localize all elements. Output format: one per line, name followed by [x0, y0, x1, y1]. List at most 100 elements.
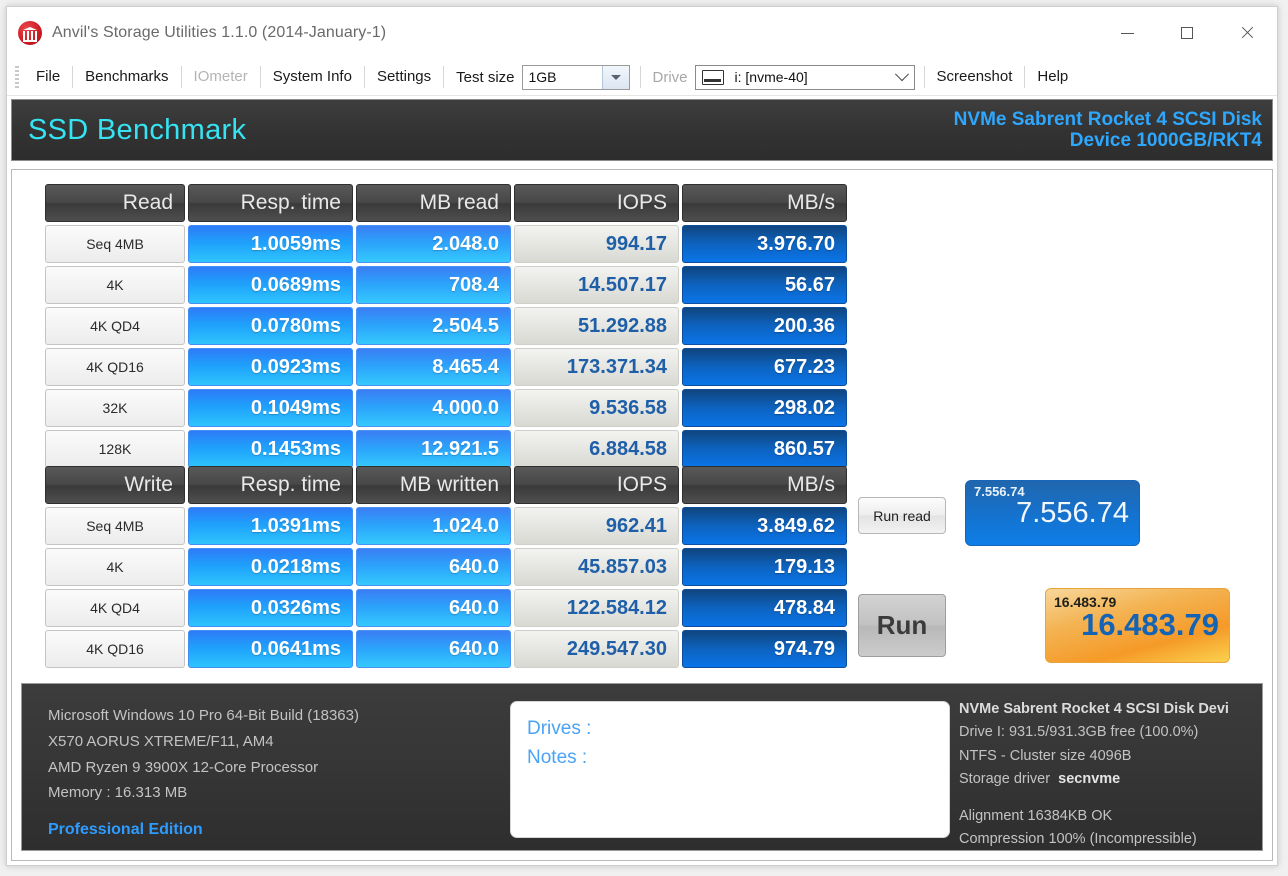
cell-resp-time: 1.0059ms [188, 225, 353, 263]
row-label: 4K QD4 [45, 307, 185, 345]
cell-mb-read: 4.000.0 [356, 389, 511, 427]
close-icon [1240, 26, 1254, 40]
title-bar: Anvil's Storage Utilities 1.1.0 (2014-Ja… [7, 7, 1277, 59]
row-label: 32K [45, 389, 185, 427]
cell-iops: 6.884.58 [514, 430, 679, 468]
menu-separator [443, 66, 445, 88]
row-label: 4K QD16 [45, 348, 185, 386]
menu-separator [363, 66, 365, 88]
device-name: NVMe Sabrent Rocket 4 SCSI Disk Device 1… [954, 109, 1272, 152]
minimize-button[interactable] [1097, 7, 1157, 59]
drive-label: Drive [652, 68, 688, 86]
cell-mbs: 56.67 [682, 266, 847, 304]
cell-resp-time: 1.0391ms [188, 507, 353, 545]
cell-iops: 249.547.30 [514, 630, 679, 668]
test-size-label: Test size [456, 68, 515, 86]
cell-mb-read: 708.4 [356, 266, 511, 304]
cell-resp-time: 0.0218ms [188, 548, 353, 586]
device-name-line1: NVMe Sabrent Rocket 4 SCSI Disk [953, 108, 1262, 130]
cell-mbs: 200.36 [682, 307, 847, 345]
cell-mbs: 860.57 [682, 430, 847, 468]
cell-iops: 45.857.03 [514, 548, 679, 586]
device-name-line2: Device 1000GB/RKT4 [1069, 130, 1262, 151]
drives-label: Drives : [527, 718, 592, 739]
cell-mbs: 677.23 [682, 348, 847, 386]
drive-info-driver-name: secnvme [1058, 771, 1121, 788]
cell-mb-read: 2.504.5 [356, 307, 511, 345]
drive-info-spacer [959, 792, 1258, 805]
cell-mbs: 478.84 [682, 589, 847, 627]
system-motherboard: X570 AORUS XTREME/F11, AM4 [48, 732, 274, 750]
cell-resp-time: 0.1453ms [188, 430, 353, 468]
table-row: 4K 0.0218ms 640.0 45.857.03 179.13 [45, 548, 847, 586]
read-header-mb-read: MB read [356, 184, 511, 222]
drive-select[interactable]: i: [nvme-40] [694, 64, 915, 90]
table-row: 32K 0.1049ms 4.000.0 9.536.58 298.02 [45, 389, 847, 427]
table-row: 4K QD4 0.0780ms 2.504.5 51.292.88 200.36 [45, 307, 847, 345]
cell-iops: 994.17 [514, 225, 679, 263]
menu-toolbar: File Benchmarks IOmeter System Info Sett… [7, 59, 1277, 96]
cell-resp-time: 0.1049ms [188, 389, 353, 427]
menu-item-screenshot[interactable]: Screenshot [926, 66, 1024, 88]
cell-resp-time: 0.0689ms [188, 266, 353, 304]
drive-dropdown-button[interactable] [890, 66, 914, 89]
row-label: 4K QD16 [45, 630, 185, 668]
drive-icon [701, 69, 724, 85]
menu-separator [259, 66, 261, 88]
window-title: Anvil's Storage Utilities 1.1.0 (2014-Ja… [52, 24, 387, 41]
drive-info-alignment: Alignment 16384KB OK [959, 807, 1113, 824]
maximize-button[interactable] [1157, 7, 1217, 59]
table-row: Seq 4MB 1.0391ms 1.024.0 962.41 3.849.62 [45, 507, 847, 545]
cell-iops: 962.41 [514, 507, 679, 545]
cell-mb-written: 640.0 [356, 548, 511, 586]
read-score-value: 7.556.74 [1016, 497, 1129, 529]
application-window: Anvil's Storage Utilities 1.1.0 (2014-Ja… [6, 6, 1278, 866]
menu-item-benchmarks[interactable]: Benchmarks [74, 66, 179, 88]
system-info: Microsoft Windows 10 Pro 64-Bit Build (1… [48, 703, 359, 844]
toolbar-grip[interactable] [15, 66, 19, 88]
menu-item-file[interactable]: File [25, 66, 71, 88]
drive-info: NVMe Sabrent Rocket 4 SCSI Disk Devi Dri… [959, 698, 1258, 852]
drives-notes-input[interactable]: Drives : Notes : [510, 701, 950, 838]
row-label: Seq 4MB [45, 225, 185, 263]
write-header-mb-written: MB written [356, 466, 511, 504]
cell-resp-time: 0.0923ms [188, 348, 353, 386]
table-row: 4K QD16 0.0923ms 8.465.4 173.371.34 677.… [45, 348, 847, 386]
minimize-icon [1120, 32, 1134, 34]
menu-item-system-info[interactable]: System Info [262, 66, 363, 88]
table-row: 128K 0.1453ms 12.921.5 6.884.58 860.57 [45, 430, 847, 468]
menu-item-settings[interactable]: Settings [366, 66, 442, 88]
cell-resp-time: 0.0326ms [188, 589, 353, 627]
cell-iops: 173.371.34 [514, 348, 679, 386]
run-button[interactable]: Run [858, 594, 946, 657]
drive-info-header: NVMe Sabrent Rocket 4 SCSI Disk Devi [959, 701, 1229, 717]
close-button[interactable] [1217, 7, 1277, 59]
anvil-app-icon [18, 21, 42, 45]
write-header-mbs: MB/s [682, 466, 847, 504]
row-label: 128K [45, 430, 185, 468]
cell-mb-read: 2.048.0 [356, 225, 511, 263]
drive-info-filesystem: NTFS - Cluster size 4096B [959, 747, 1132, 764]
chevron-down-icon [610, 74, 621, 80]
write-header-iops: IOPS [514, 466, 679, 504]
table-row: 4K QD16 0.0641ms 640.0 249.547.30 974.79 [45, 630, 847, 668]
test-size-select[interactable]: 1GB [521, 64, 630, 90]
total-score-value: 16.483.79 [1081, 607, 1219, 642]
system-os: Microsoft Windows 10 Pro 64-Bit Build (1… [48, 707, 359, 724]
cell-mbs: 974.79 [682, 630, 847, 668]
write-header-label: Write [45, 466, 185, 504]
system-cpu: AMD Ryzen 9 3900X 12-Core Processor [48, 758, 319, 776]
read-header-resp-time: Resp. time [188, 184, 353, 222]
drive-info-compression: Compression 100% (Incompressible) [959, 831, 1197, 848]
row-label: 4K [45, 548, 185, 586]
run-read-button[interactable]: Run read [858, 497, 946, 534]
menu-separator [639, 66, 641, 88]
cell-mbs: 298.02 [682, 389, 847, 427]
table-row: Seq 4MB 1.0059ms 2.048.0 994.17 3.976.70 [45, 225, 847, 263]
write-header-resp-time: Resp. time [188, 466, 353, 504]
drive-info-driver: Storage driver secnvme [959, 768, 1258, 791]
menu-item-help[interactable]: Help [1026, 66, 1079, 88]
row-label: Seq 4MB [45, 507, 185, 545]
menu-separator [180, 66, 182, 88]
test-size-dropdown-button[interactable] [601, 65, 629, 89]
